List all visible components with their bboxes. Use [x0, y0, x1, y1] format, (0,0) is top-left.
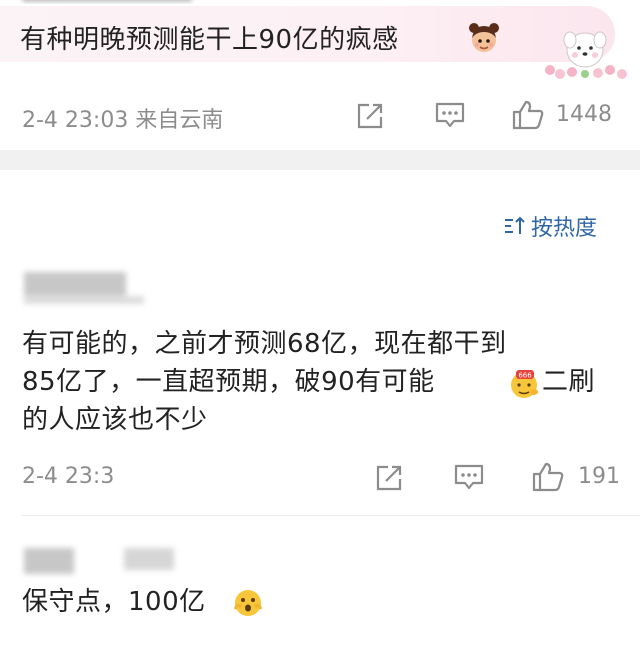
- thumbs-up-icon[interactable]: [511, 99, 545, 131]
- reply-1-username-remnant: [24, 296, 144, 304]
- reply-2-badge-blurred: [124, 548, 174, 570]
- top-comment-bubble: 有种明晚预测能干上90亿的疯感: [0, 6, 627, 79]
- reply-2-line-1: 保守点，100亿: [22, 587, 206, 617]
- top-comment-meta: 2-4 23:03 来自云南: [22, 108, 224, 133]
- reply-1-line-2: 85亿了，一直超预期，破90有可能: [22, 367, 435, 397]
- reply-1-username-blurred: [24, 272, 126, 296]
- comment-divider: [22, 515, 640, 516]
- sort-by-hot-button[interactable]: 按热度: [503, 211, 597, 241]
- reply-1-like-count: 191: [578, 464, 620, 489]
- reply-1-line-1: 有可能的，之前才预测68亿，现在都干到: [22, 329, 507, 359]
- section-separator: [0, 150, 640, 170]
- svg-text:666: 666: [518, 372, 532, 380]
- reply-1-meta: 2-4 23:3: [22, 464, 115, 489]
- girl-emoji-icon: [469, 23, 499, 52]
- top-comment-text: 有种明晚预测能干上90亿的疯感: [20, 25, 399, 55]
- blurred-username: [22, 0, 192, 2]
- previous-username-remnant: [0, 0, 640, 4]
- sort-label: 按热度: [531, 216, 598, 241]
- comment-icon[interactable]: [453, 463, 485, 491]
- comment-icon[interactable]: [434, 101, 466, 129]
- reply-2-username-blurred: [24, 548, 74, 574]
- reply-1-meta-fade: [128, 462, 328, 496]
- dog-sticker-icon: [545, 31, 627, 79]
- reply-1-line-3: 的人应该也不少: [22, 405, 208, 435]
- top-comment-like-count: 1448: [556, 102, 612, 127]
- thinking-666-emoji-icon: 666: [511, 370, 538, 398]
- thumbs-up-icon[interactable]: [531, 461, 565, 493]
- share-icon[interactable]: [355, 101, 385, 129]
- reply-1-line-2-tail: 二刷: [542, 367, 596, 397]
- wow-emoji-icon: [233, 590, 263, 616]
- sort-icon: [505, 216, 525, 234]
- share-icon[interactable]: [374, 463, 404, 491]
